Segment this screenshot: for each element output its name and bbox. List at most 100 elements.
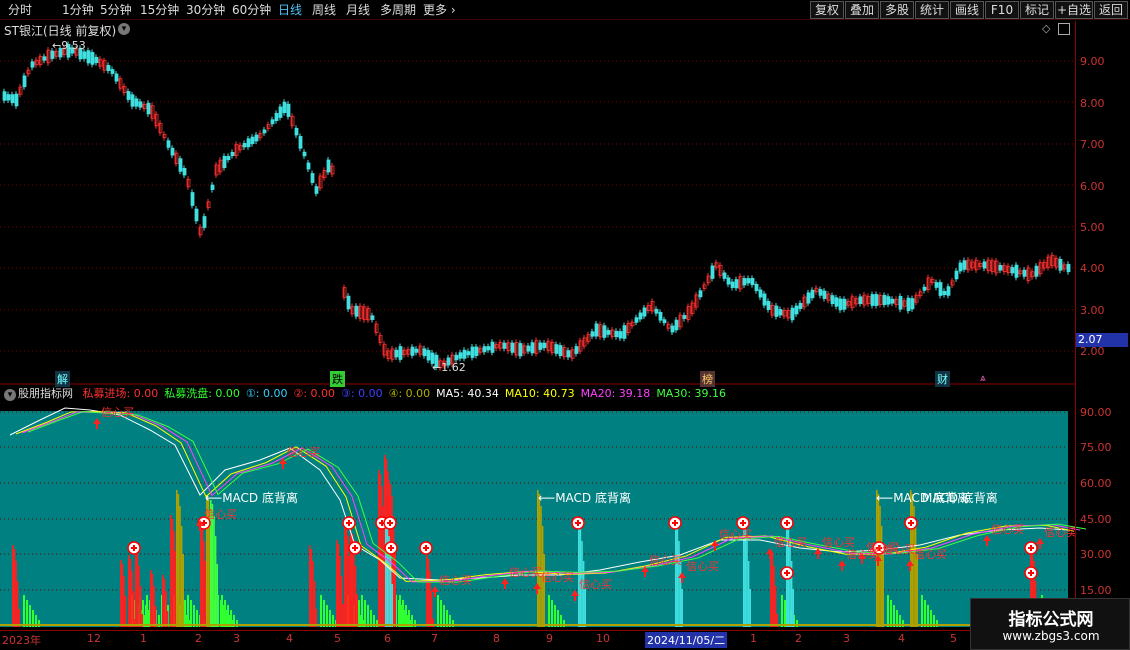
indicator-bar: [120, 560, 122, 627]
candle-body: [182, 167, 187, 176]
candle-body: [86, 50, 91, 64]
indicator-bar: [675, 525, 677, 627]
candle-body: [674, 319, 679, 331]
watermark-logo: 指标公式网 www.zbgs3.com: [970, 598, 1130, 650]
indicator-bar: [15, 561, 17, 627]
indicator-bar: [353, 546, 355, 627]
x-tick: 4: [898, 632, 905, 645]
indicator-bar: [554, 605, 556, 627]
indicator-name[interactable]: 股朋指标网: [18, 387, 73, 400]
candle-body: [474, 346, 479, 356]
x-tick: 2: [795, 632, 802, 645]
candle-body: [538, 342, 543, 350]
candle-body: [254, 134, 259, 142]
indicator-bar: [312, 561, 314, 627]
x-tick: 1: [750, 632, 757, 645]
candle-body: [810, 289, 815, 299]
indicator-bar: [128, 555, 130, 627]
candle-body: [414, 348, 419, 353]
candle-body: [822, 290, 827, 299]
indicator-bar: [310, 549, 313, 627]
indicator-bar: [676, 529, 679, 627]
candle-body: [274, 113, 279, 121]
indicator-bar: [890, 600, 892, 627]
candle-body: [306, 162, 311, 170]
indicator-bar: [213, 516, 215, 627]
indicator-bar: [129, 559, 132, 627]
candle-body: [842, 298, 847, 310]
indicator-bar: [227, 605, 229, 627]
candle-body: [310, 173, 315, 183]
indicator-bar: [124, 596, 127, 627]
indicator-bar: [211, 504, 214, 627]
indicator-bar: [323, 600, 325, 627]
candle-body: [954, 270, 959, 280]
y-tick: 3.00: [1080, 304, 1105, 317]
indicator-bar: [187, 595, 189, 627]
low-price-label: ←1.62: [432, 361, 466, 374]
indicator-bar: [437, 595, 439, 627]
candle-body: [294, 127, 299, 136]
indicator-bar: [391, 584, 393, 627]
candle-body: [466, 351, 471, 356]
indicator-bar: [887, 595, 889, 627]
watermark-url: www.zbgs3.com: [1002, 629, 1100, 643]
x-tick: 2023年: [2, 634, 41, 647]
buy-signal-label: 信心买: [204, 508, 237, 521]
indicator-bar: [399, 595, 401, 627]
candle-body: [726, 277, 731, 285]
candle-body: [634, 317, 639, 323]
candle-body: [222, 155, 227, 169]
candle-body: [398, 346, 403, 360]
indicator-bar: [379, 474, 382, 627]
indicator-bar: [405, 605, 407, 627]
macd-divergence-text: MACD 底背离: [222, 491, 298, 505]
candle-body: [502, 342, 507, 349]
indicator-value: ②: 0.00: [293, 387, 336, 400]
indicator-bar: [582, 561, 585, 627]
candle-body: [882, 294, 887, 306]
indicator-bar: [774, 586, 777, 627]
candle-body: [282, 101, 287, 113]
candle-body: [130, 94, 135, 107]
buy-signal-label: 信心买: [101, 406, 134, 419]
indicator-bar: [879, 506, 881, 627]
indicator-bar: [358, 600, 360, 627]
candle-body: [998, 265, 1003, 271]
candle-body: [210, 184, 215, 191]
indicator-bar: [584, 589, 586, 627]
indicator-bar: [171, 519, 174, 627]
candle-body: [922, 286, 927, 291]
buy-signal-label: 信心买: [509, 566, 542, 579]
candle-body: [270, 119, 275, 125]
buy-signal-label: 信心买: [914, 548, 947, 561]
indicator-bar: [910, 490, 912, 627]
candle-body: [30, 61, 35, 68]
candle-body: [798, 302, 803, 310]
candle-body: [354, 305, 359, 317]
candle-body: [962, 260, 967, 270]
candle-body: [458, 352, 463, 359]
candle-body: [758, 289, 763, 298]
candle-body: [594, 323, 599, 337]
y-tick: 8.00: [1080, 97, 1105, 110]
indicator-bar: [131, 571, 133, 627]
x-tick: 3: [233, 632, 240, 645]
indicator-bar: [339, 556, 341, 627]
indicator-dropdown-icon[interactable]: ▾: [4, 389, 16, 401]
indicator-bar: [578, 525, 580, 627]
indicator-bar: [180, 526, 183, 627]
indicator-bar: [426, 555, 428, 627]
indicator-value: ④: 0.00: [388, 387, 431, 400]
indicator-bar: [354, 566, 357, 627]
indicator-bar: [136, 554, 139, 627]
indicator-bar: [165, 591, 167, 627]
indicator-bar: [170, 515, 172, 627]
candle-body: [302, 151, 307, 157]
indicator-bar: [394, 544, 396, 627]
candle-body: [134, 98, 139, 107]
indicator-bar: [203, 541, 205, 627]
indicator-bar: [771, 554, 774, 627]
indicator-bar: [364, 600, 366, 627]
candle-body: [346, 295, 351, 310]
